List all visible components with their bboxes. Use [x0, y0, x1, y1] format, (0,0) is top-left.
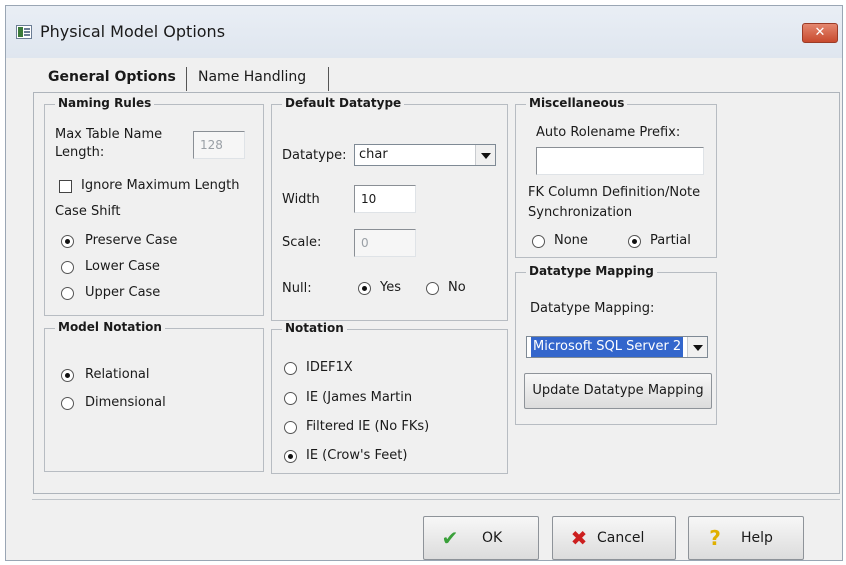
null-no-label[interactable]: No — [448, 280, 466, 295]
notation-group: Notation IDEF1X IE (James Martin Filtere… — [271, 321, 508, 474]
relational-label[interactable]: Relational — [85, 367, 150, 382]
miscellaneous-legend: Miscellaneous — [526, 96, 628, 110]
model-notation-group: Model Notation Relational Dimensional — [44, 320, 264, 472]
divider — [32, 499, 840, 500]
miscellaneous-group: Miscellaneous Auto Rolename Prefix: FK C… — [515, 96, 717, 258]
dimensional-radio[interactable] — [61, 397, 74, 410]
max-table-name-label-2: Length: — [55, 145, 105, 160]
tab-separator — [186, 67, 187, 91]
app-icon — [16, 25, 32, 39]
help-question-icon: ? — [709, 526, 721, 550]
help-button[interactable]: ? Help — [688, 516, 804, 560]
datatype-mapping-legend: Datatype Mapping — [526, 264, 657, 278]
cancel-button-label: Cancel — [597, 530, 645, 546]
cancel-x-icon: ✖ — [570, 526, 588, 550]
null-no-radio[interactable] — [426, 282, 439, 295]
filtered-ie-label[interactable]: Filtered IE (No FKs) — [306, 419, 429, 434]
ok-button[interactable]: ✔ OK — [423, 516, 539, 560]
preserve-case-radio[interactable] — [61, 235, 74, 248]
synchronization-label: Synchronization — [528, 205, 633, 220]
auto-rolename-prefix-label: Auto Rolename Prefix: — [536, 125, 681, 140]
dialog-window: Physical Model Options ✕ General Options… — [5, 5, 843, 561]
null-yes-label[interactable]: Yes — [380, 280, 401, 295]
fk-column-definition-label: FK Column Definition/Note — [528, 185, 701, 200]
datatype-mapping-label: Datatype Mapping: — [530, 301, 655, 316]
auto-rolename-prefix-input[interactable] — [536, 147, 704, 175]
upper-case-label[interactable]: Upper Case — [85, 285, 160, 300]
dimensional-label[interactable]: Dimensional — [85, 395, 166, 410]
cancel-button[interactable]: ✖ Cancel — [552, 516, 676, 560]
width-input[interactable]: 10 — [354, 185, 416, 213]
chevron-down-icon[interactable] — [475, 145, 495, 165]
idef1x-radio[interactable] — [284, 362, 297, 375]
fk-none-radio[interactable] — [532, 235, 545, 248]
window-title: Physical Model Options — [40, 22, 226, 41]
null-yes-radio[interactable] — [358, 282, 371, 295]
ie-crows-feet-radio[interactable] — [284, 450, 297, 463]
datatype-mapping-value: Microsoft SQL Server 2 — [531, 337, 684, 357]
case-shift-label: Case Shift — [55, 204, 121, 219]
ignore-max-length-label[interactable]: Ignore Maximum Length — [81, 178, 240, 193]
naming-rules-legend: Naming Rules — [55, 96, 155, 110]
ie-crows-feet-label[interactable]: IE (Crow's Feet) — [306, 448, 407, 463]
notation-legend: Notation — [282, 321, 347, 335]
upper-case-radio[interactable] — [61, 287, 74, 300]
tab-separator — [328, 67, 329, 91]
ie-james-martin-label[interactable]: IE (James Martin — [306, 390, 412, 405]
tab-general-options[interactable]: General Options — [40, 64, 184, 90]
datatype-select[interactable]: char — [354, 144, 496, 166]
filtered-ie-radio[interactable] — [284, 421, 297, 434]
datatype-mapping-group: Datatype Mapping Datatype Mapping: Micro… — [515, 264, 717, 425]
ie-james-martin-radio[interactable] — [284, 392, 297, 405]
lower-case-radio[interactable] — [61, 261, 74, 274]
max-table-name-label: Max Table Name — [55, 127, 163, 142]
naming-rules-group: Naming Rules Max Table Name Length: 128 … — [44, 96, 264, 316]
datatype-mapping-select[interactable]: Microsoft SQL Server 2 — [526, 336, 708, 358]
width-label: Width — [282, 192, 320, 207]
max-table-name-length-input[interactable]: 128 — [193, 131, 245, 159]
checkmark-icon: ✔ — [441, 526, 459, 550]
scale-label: Scale: — [282, 235, 322, 250]
default-datatype-legend: Default Datatype — [282, 96, 405, 110]
default-datatype-group: Default Datatype Datatype: char Width 10… — [271, 96, 508, 321]
fk-none-label[interactable]: None — [554, 233, 588, 248]
fk-partial-label[interactable]: Partial — [650, 233, 691, 248]
fk-partial-radio[interactable] — [628, 235, 641, 248]
tab-name-handling[interactable]: Name Handling — [190, 64, 314, 90]
relational-radio[interactable] — [61, 369, 74, 382]
preserve-case-label[interactable]: Preserve Case — [85, 233, 177, 248]
update-datatype-mapping-button[interactable]: Update Datatype Mapping — [524, 373, 712, 409]
close-button[interactable]: ✕ — [802, 23, 838, 43]
chevron-down-icon[interactable] — [687, 337, 707, 357]
datatype-value: char — [359, 147, 388, 162]
scale-input[interactable]: 0 — [354, 229, 416, 257]
null-label: Null: — [282, 281, 312, 296]
idef1x-label[interactable]: IDEF1X — [306, 360, 353, 375]
ignore-max-length-checkbox[interactable] — [59, 180, 72, 193]
model-notation-legend: Model Notation — [55, 320, 165, 334]
datatype-label: Datatype: — [282, 148, 347, 163]
lower-case-label[interactable]: Lower Case — [85, 259, 160, 274]
help-button-label: Help — [741, 530, 773, 546]
ok-button-label: OK — [482, 530, 503, 546]
title-bar[interactable]: Physical Model Options ✕ — [6, 6, 842, 58]
